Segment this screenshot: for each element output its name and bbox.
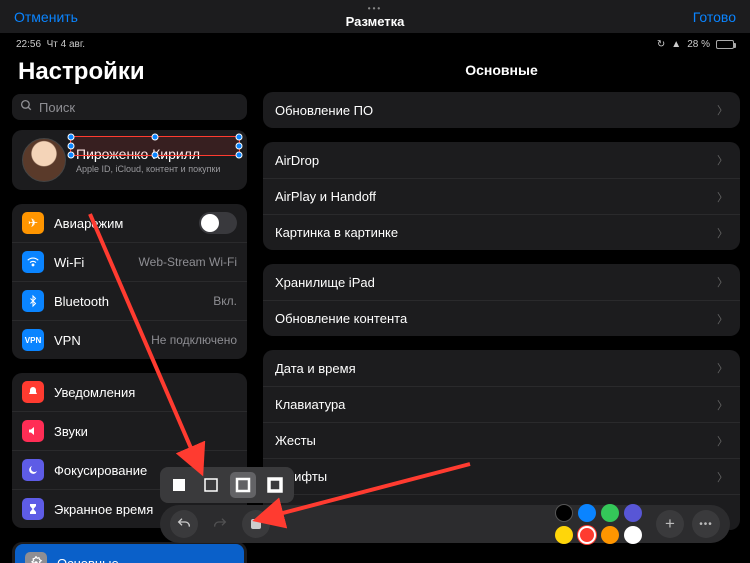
airplane-icon: ✈ [22,212,44,234]
sounds-label: Звуки [54,424,237,439]
bell-icon [22,381,44,403]
search-icon [20,99,33,115]
markup-selection-box[interactable] [70,136,240,156]
wifi-label: Wi-Fi [54,255,129,270]
airdrop-label: AirDrop [275,153,319,168]
wifi-icon [22,251,44,273]
markup-title: ••• Разметка [346,4,405,29]
wifi-icon: ▲ [671,39,681,50]
title-text: Разметка [346,14,405,29]
refresh-label: Обновление контента [275,311,407,326]
row-general[interactable]: Основные [15,544,244,563]
row-fonts[interactable]: Шрифты〉 [263,458,740,494]
pip-label: Картинка в картинке [275,225,398,240]
profile-sub: Apple ID, iCloud, контент и покупки [76,164,220,174]
wifi-status-icon: ↻ [657,39,665,50]
avatar [22,138,66,182]
update-label: Обновление ПО [275,103,373,118]
chevron-icon: 〉 [717,397,728,413]
status-time: 22:56 [16,39,41,50]
vpn-icon: VPN [22,329,44,351]
status-left: 22:56 Чт 4 авг. [16,39,85,50]
swatch-white[interactable] [624,526,642,544]
wifi-value: Web-Stream Wi-Fi [139,255,237,269]
chevron-icon: 〉 [717,152,728,168]
row-pip[interactable]: Картинка в картинке 〉 [263,214,740,250]
battery-icon [716,40,734,49]
row-refresh[interactable]: Обновление контента 〉 [263,300,740,336]
bluetooth-label: Bluetooth [54,294,203,309]
keyboard-label: Клавиатура [275,397,345,412]
done-button[interactable]: Готово [693,9,736,25]
detail-header: Основные [263,52,740,92]
chevron-icon: 〉 [717,189,728,205]
row-software-update[interactable]: Обновление ПО 〉 [263,92,740,128]
shape-fill-toolstrip[interactable] [160,467,294,503]
search-input[interactable]: Поиск [12,94,247,120]
color-swatches [555,504,642,544]
cancel-button[interactable]: Отменить [14,9,78,25]
settings-title: Настройки [12,52,247,94]
swatch-blue[interactable] [578,504,596,522]
hourglass-icon [22,498,44,520]
undo-button[interactable] [170,510,198,538]
general-label: Основные [57,556,234,563]
storage-label: Хранилище iPad [275,275,375,290]
row-bluetooth[interactable]: Bluetooth Вкл. [12,281,247,320]
row-wifi[interactable]: Wi-Fi Web-Stream Wi-Fi [12,242,247,281]
speaker-icon [22,420,44,442]
fill-outline-thick[interactable] [262,472,288,498]
fill-outline-thin[interactable] [198,472,224,498]
markup-toolbar: + ••• [160,505,730,543]
shape-fill-button[interactable] [242,510,270,538]
swatch-green[interactable] [601,504,619,522]
notif-label: Уведомления [54,385,237,400]
row-airplane[interactable]: ✈ Авиарежим [12,204,247,242]
swatch-yellow[interactable] [555,526,573,544]
status-date: Чт 4 авг. [47,39,85,50]
row-sounds[interactable]: Звуки [12,411,247,450]
more-button[interactable]: ••• [692,510,720,538]
row-storage[interactable]: Хранилище iPad 〉 [263,264,740,300]
row-airplay[interactable]: AirPlay и Handoff 〉 [263,178,740,214]
row-datetime[interactable]: Дата и время 〉 [263,350,740,386]
gear-icon [25,552,47,563]
row-airdrop[interactable]: AirDrop 〉 [263,142,740,178]
chevron-icon: 〉 [717,360,728,376]
vpn-label: VPN [54,333,141,348]
chevron-icon: 〉 [717,311,728,327]
search-placeholder: Поиск [39,100,75,115]
airplane-toggle[interactable] [199,212,237,234]
bluetooth-icon [22,290,44,312]
row-gestures[interactable]: Жесты 〉 [263,422,740,458]
chevron-icon: 〉 [717,469,728,485]
fill-solid[interactable] [166,472,192,498]
chevron-icon: 〉 [717,433,728,449]
add-button[interactable]: + [656,510,684,538]
chevron-icon: 〉 [717,102,728,118]
status-right: ↻ ▲ 28 % [657,39,734,50]
row-notifications[interactable]: Уведомления [12,373,247,411]
ellipsis-icon: ••• [346,4,405,13]
airplay-label: AirPlay и Handoff [275,189,376,204]
swatch-black[interactable] [555,504,573,522]
profile-row[interactable]: Пироженко Кирилл Apple ID, iCloud, конте… [12,130,247,190]
gestures-label: Жесты [275,433,316,448]
row-keyboard[interactable]: Клавиатура 〉 [263,386,740,422]
vpn-value: Не подключено [151,333,237,347]
fill-outline-medium[interactable] [230,472,256,498]
redo-button[interactable] [206,510,234,538]
bluetooth-value: Вкл. [213,294,237,308]
datetime-label: Дата и время [275,361,356,376]
chevron-icon: 〉 [717,274,728,290]
battery-percent: 28 % [687,39,710,50]
swatch-orange[interactable] [601,526,619,544]
chevron-icon: 〉 [717,225,728,241]
swatch-red-selected[interactable] [578,526,596,544]
moon-icon [22,459,44,481]
swatch-purple[interactable] [624,504,642,522]
airplane-label: Авиарежим [54,216,189,231]
row-vpn[interactable]: VPN VPN Не подключено [12,320,247,359]
